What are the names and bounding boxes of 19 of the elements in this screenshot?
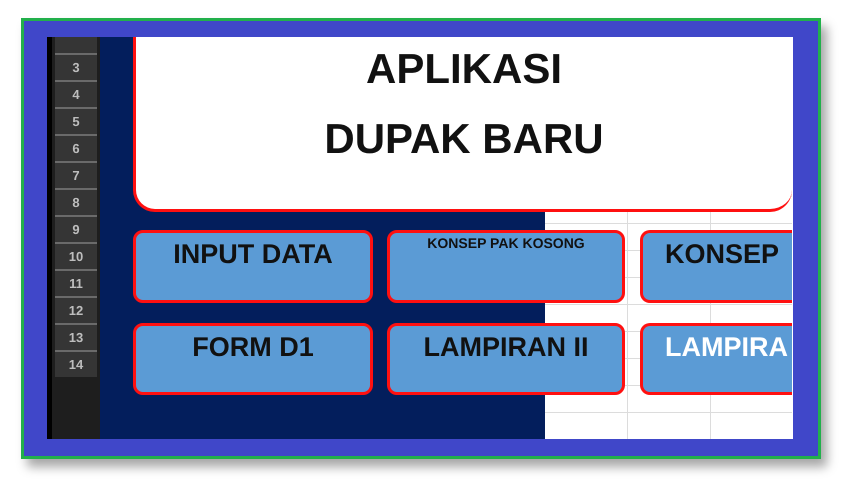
row-number: 11 <box>55 269 97 296</box>
row-number: 14 <box>55 350 97 377</box>
row-number: 6 <box>55 134 97 161</box>
title-line: DUPAK BARU <box>324 115 604 163</box>
row-number: 9 <box>55 215 97 242</box>
row-number: 13 <box>55 323 97 350</box>
menu-button[interactable]: KONSEP PAK KOSONG <box>387 230 625 303</box>
menu-button[interactable]: INPUT DATA <box>133 230 373 303</box>
row-number: 3 <box>55 53 97 80</box>
row-number: 7 <box>55 161 97 188</box>
row-number: 4 <box>55 80 97 107</box>
menu-button[interactable]: KONSEP <box>640 230 792 303</box>
row-number: 8 <box>55 188 97 215</box>
menu-button[interactable]: LAMPIRAN II <box>387 323 625 395</box>
row-number: 5 <box>55 107 97 134</box>
row-number: 12 <box>55 296 97 323</box>
menu-button[interactable]: FORM D1 <box>133 323 373 395</box>
row-number: 10 <box>55 242 97 269</box>
title-line: APLIKASI <box>366 45 562 93</box>
